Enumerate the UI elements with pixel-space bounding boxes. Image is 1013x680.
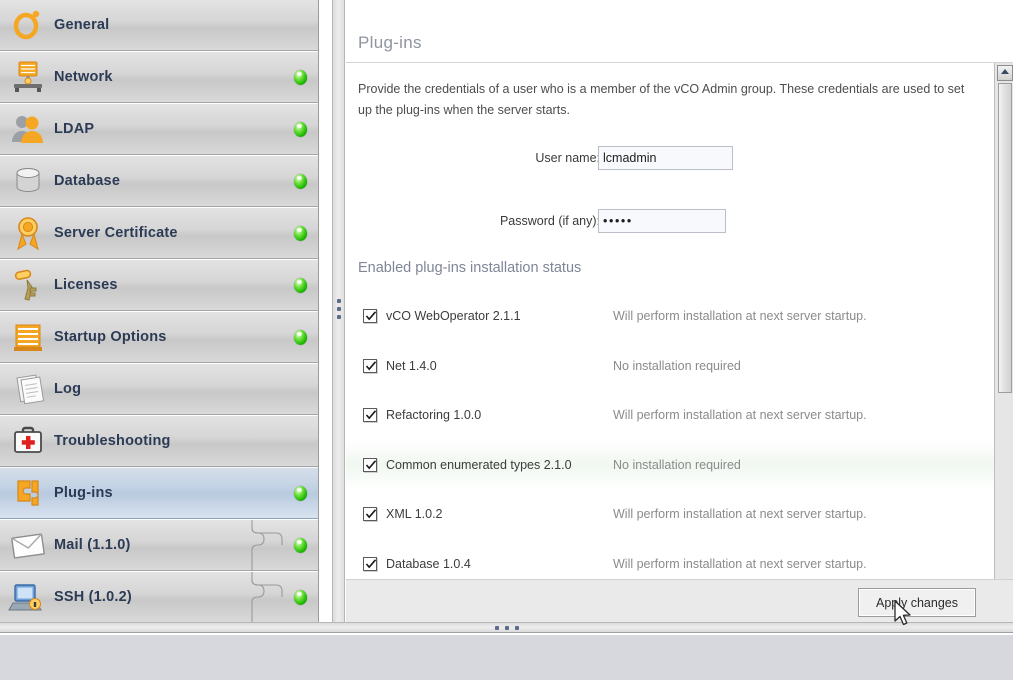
status-indicator-green: [294, 538, 307, 553]
plugin-name: XML 1.0.2: [386, 507, 443, 522]
sidebar-item-troubleshooting[interactable]: Troubleshooting: [0, 415, 318, 467]
username-field-row: User name:: [346, 146, 994, 170]
status-indicator-green: [294, 590, 307, 605]
plugin-install-status: Will perform installation at next server…: [613, 557, 867, 571]
configuration-sidebar: General Network LDAP Database Server Certifi…: [0, 0, 319, 622]
plugin-enabled-checkbox[interactable]: [363, 358, 377, 373]
status-indicator-green: [294, 70, 307, 85]
content-panel: Plug-ins Provide the credentials of a us…: [346, 0, 1013, 622]
status-indicator-green: [294, 330, 307, 345]
status-indicator-green: [294, 486, 307, 501]
sidebar-item-label: Plug-ins: [54, 485, 113, 501]
plugin-enabled-checkbox[interactable]: [363, 408, 377, 423]
plugin-enabled-checkbox[interactable]: [363, 309, 377, 323]
certificate-icon: [8, 213, 48, 253]
sidebar-item-label: Log: [54, 381, 82, 397]
sidebar-item-label: Server Certificate: [54, 225, 178, 241]
apply-changes-button[interactable]: Apply changes: [858, 588, 976, 617]
plugin-row: Refactoring 1.0.0 Will perform installati…: [346, 390, 994, 440]
plugin-install-status: Will perform installation at next server…: [613, 408, 867, 423]
scroll-up-icon: [1001, 69, 1009, 74]
password-field-row: Password (if any):: [346, 209, 994, 233]
plugin-row: Net 1.4.0 No installation required: [346, 341, 994, 391]
username-label: User name:: [535, 151, 600, 165]
orbit-icon: [8, 5, 48, 45]
sidebar-item-label: Mail (1.1.0): [54, 537, 131, 553]
sidebar-item-label: Licenses: [54, 277, 118, 293]
password-input[interactable]: [598, 209, 726, 233]
tree-connector-icon: [251, 572, 297, 622]
first-aid-kit-icon: [8, 421, 48, 461]
sidebar-item-ssh-1-0-2[interactable]: SSH (1.0.2): [0, 571, 318, 622]
section-title: Enabled plug-ins installation status: [358, 260, 582, 276]
sidebar-item-network[interactable]: Network: [0, 51, 318, 103]
network-icon: [8, 57, 48, 97]
content-scroll-pane: Provide the credentials of a user who is…: [346, 63, 994, 579]
sidebar-item-label: SSH (1.0.2): [54, 589, 132, 605]
sidebar-item-label: Network: [54, 69, 113, 85]
plugin-row: vCO WebOperator 2.1.1 Will perform instal…: [346, 291, 994, 341]
documents-icon: [8, 369, 48, 409]
server-stack-icon: [8, 317, 48, 357]
sidebar-item-mail-1-1-0[interactable]: Mail (1.1.0): [0, 519, 318, 572]
content-scrollbar[interactable]: [994, 63, 1013, 609]
plugin-install-status: Will perform installation at next server…: [613, 507, 867, 522]
sidebar-item-general[interactable]: General: [0, 0, 318, 51]
sidebar-item-server-certificate[interactable]: Server Certificate: [0, 207, 318, 259]
ssh-computer-icon: [8, 577, 48, 617]
status-indicator-green: [294, 122, 307, 137]
plugin-name: Database 1.0.4: [386, 557, 471, 571]
plugin-name: vCO WebOperator 2.1.1: [386, 309, 521, 323]
plugin-enabled-checkbox[interactable]: [363, 457, 377, 472]
splitter-grip-icon: [494, 625, 519, 630]
sidebar-item-licenses[interactable]: Licenses: [0, 259, 318, 311]
intro-text: Provide the credentials of a user who is…: [358, 82, 965, 117]
sidebar-item-startup-options[interactable]: Startup Options: [0, 311, 318, 363]
plugin-enabled-checkbox[interactable]: [363, 557, 377, 571]
plugin-name: Common enumerated types 2.1.0: [386, 457, 572, 472]
horizontal-splitter[interactable]: [0, 622, 1013, 633]
sidebar-item-list: General Network LDAP Database Server Certifi…: [0, 0, 318, 622]
username-input[interactable]: [598, 146, 733, 170]
main-split-top: General Network LDAP Database Server Certifi…: [0, 0, 1013, 622]
plugin-row: XML 1.0.2 Will perform installation at ne…: [346, 489, 994, 539]
sidebar-item-label: LDAP: [54, 121, 95, 137]
plugin-install-status: Will perform installation at next server…: [613, 309, 867, 323]
mail-icon: [8, 525, 48, 565]
plugin-row: Common enumerated types 2.1.0 No installa…: [346, 439, 994, 490]
sidebar-item-log[interactable]: Log: [0, 363, 318, 415]
sidebar-item-database[interactable]: Database: [0, 155, 318, 207]
status-indicator-green: [294, 174, 307, 189]
users-icon: [8, 109, 48, 149]
tree-connector-icon: [251, 520, 297, 572]
sidebar-item-ldap[interactable]: LDAP: [0, 103, 318, 155]
sidebar-item-label: Database: [54, 173, 121, 189]
action-bar: Apply changes: [346, 579, 1013, 622]
bottom-panel: [0, 634, 1013, 680]
plugin-enabled-checkbox[interactable]: [363, 507, 377, 522]
database-icon: [8, 161, 48, 201]
plugin-name: Refactoring 1.0.0: [386, 408, 482, 423]
content-scrollbar-thumb[interactable]: [998, 83, 1012, 393]
vertical-splitter[interactable]: [332, 0, 345, 622]
plugin-icon: [8, 473, 48, 513]
sidebar-item-label: General: [54, 17, 110, 33]
sidebar-item-label: Troubleshooting: [54, 433, 171, 449]
plugin-name: Net 1.4.0: [386, 358, 437, 373]
vco-configuration-window: General Network LDAP Database Server Certifi…: [0, 0, 1013, 680]
plugin-install-status: No installation required: [613, 358, 741, 373]
content-scroll-up-button[interactable]: [997, 65, 1013, 81]
key-icon: [8, 265, 48, 305]
page-title: Plug-ins: [358, 33, 422, 52]
sidebar-item-plug-ins[interactable]: Plug-ins: [0, 467, 318, 519]
status-indicator-green: [294, 278, 307, 293]
splitter-grip-icon: [336, 299, 341, 323]
status-indicator-green: [294, 226, 307, 241]
plugin-install-status: No installation required: [613, 457, 741, 472]
password-label: Password (if any):: [499, 214, 600, 228]
plugin-row: Database 1.0.4 Will perform installation …: [346, 539, 994, 579]
sidebar-item-label: Startup Options: [54, 329, 167, 345]
